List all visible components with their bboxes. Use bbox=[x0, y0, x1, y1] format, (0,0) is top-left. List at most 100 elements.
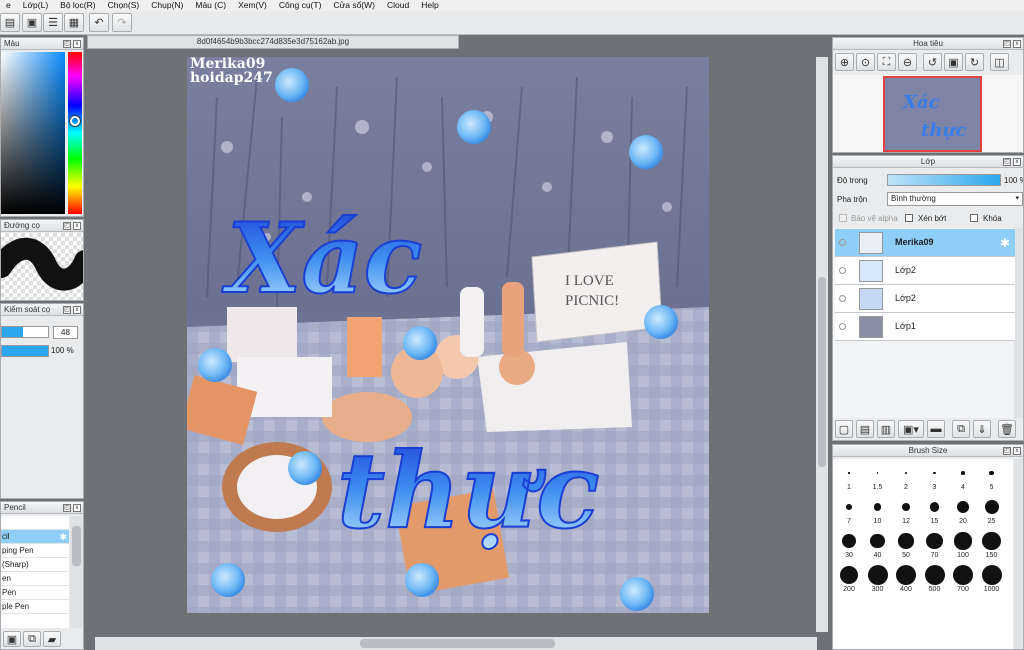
layer-opacity-slider[interactable] bbox=[887, 174, 1001, 186]
rotate-left-button[interactable]: ↺ bbox=[923, 53, 942, 71]
merge-layer-button[interactable]: ⇓ bbox=[973, 420, 991, 438]
brush-size-preset[interactable]: 15 bbox=[921, 497, 949, 525]
menu-item[interactable]: Cloud bbox=[381, 0, 415, 11]
brush-size-value[interactable]: 48 bbox=[53, 326, 78, 339]
brush-size-preset[interactable]: 4 bbox=[949, 463, 977, 491]
layer-row[interactable]: Lớp1 bbox=[835, 313, 1015, 341]
float-icon[interactable]: ◰ bbox=[63, 40, 71, 48]
close-icon[interactable]: x bbox=[73, 306, 81, 314]
close-icon[interactable]: x bbox=[73, 222, 81, 230]
copy-tool-button[interactable]: ⧉ bbox=[23, 631, 41, 647]
zoom-fit-button[interactable]: ⛶ bbox=[877, 53, 896, 71]
grid-icon-button[interactable]: ▦ bbox=[64, 13, 84, 32]
brush-size-preset[interactable]: 100 bbox=[949, 531, 977, 559]
brush-size-preset[interactable]: 3 bbox=[921, 463, 949, 491]
tool-list-item[interactable]: ping Pen bbox=[1, 544, 69, 558]
brush-size-preset[interactable]: 1.5 bbox=[864, 463, 892, 491]
close-icon[interactable]: x bbox=[1013, 447, 1021, 455]
menu-item[interactable]: Lớp(L) bbox=[17, 0, 54, 11]
artwork-canvas[interactable]: I LOVE PICNIC! Xác thực Merika09 hoidap2… bbox=[187, 57, 709, 613]
lock-checkbox[interactable] bbox=[970, 214, 978, 222]
canvas-horizontal-scrollbar[interactable] bbox=[95, 637, 817, 650]
visibility-toggle[interactable] bbox=[839, 295, 846, 302]
layer-row[interactable]: Lớp2 bbox=[835, 257, 1015, 285]
tool-list-item[interactable]: (Sharp) bbox=[1, 558, 69, 572]
color-saturation-field[interactable] bbox=[1, 52, 65, 214]
float-icon[interactable]: ◰ bbox=[1003, 447, 1011, 455]
layer-row[interactable]: Merika09 ✱ bbox=[835, 229, 1015, 257]
float-icon[interactable]: ◰ bbox=[1003, 40, 1011, 48]
navigator-thumbnail[interactable]: Xác thực bbox=[883, 76, 982, 152]
menu-item[interactable]: Bộ lọc(R) bbox=[54, 0, 101, 11]
new-tool-button[interactable]: ▣ bbox=[3, 631, 21, 647]
visibility-toggle[interactable] bbox=[839, 323, 846, 330]
brush-size-preset[interactable]: 70 bbox=[921, 531, 949, 559]
float-icon[interactable]: ◰ bbox=[63, 222, 71, 230]
horizontal-scroll-thumb[interactable] bbox=[360, 639, 555, 648]
undo-button[interactable]: ↶ bbox=[89, 13, 109, 32]
tool-list-item[interactable]: Pen bbox=[1, 586, 69, 600]
brush-size-preset[interactable]: 5 bbox=[978, 463, 1006, 491]
delete-layer-button[interactable]: 🗑 bbox=[998, 420, 1016, 438]
menu-item[interactable]: Màu (C) bbox=[189, 0, 232, 11]
new-linework-layer-button[interactable]: ▥ bbox=[877, 420, 895, 438]
zoom-in-button[interactable]: ⊕ bbox=[835, 53, 854, 71]
folder-tool-button[interactable]: ▰ bbox=[43, 631, 61, 647]
menu-item[interactable]: Cửa sổ(W) bbox=[327, 0, 381, 11]
brush-size-preset[interactable]: 1 bbox=[835, 463, 863, 491]
document-tab[interactable]: 8d0f4654b9b3bcc274d835e3d75162ab.jpg bbox=[87, 35, 459, 49]
brush-opacity-bar[interactable] bbox=[1, 345, 49, 357]
view-icon-button[interactable]: ▣ bbox=[22, 13, 42, 32]
brush-size-preset[interactable]: 10 bbox=[864, 497, 892, 525]
new-folder-button[interactable]: ▬ bbox=[927, 420, 945, 438]
new-layer-button[interactable]: ▢ bbox=[835, 420, 853, 438]
hue-handle[interactable] bbox=[70, 116, 80, 126]
zoom-search-button[interactable]: ⊙ bbox=[856, 53, 875, 71]
copy-layer-button[interactable]: ⧉ bbox=[952, 420, 970, 438]
brush-size-bar[interactable] bbox=[1, 326, 49, 338]
brush-size-preset[interactable]: 300 bbox=[864, 565, 892, 593]
gear-icon[interactable]: ✱ bbox=[59, 530, 67, 544]
brush-size-preset[interactable]: 400 bbox=[892, 565, 920, 593]
menu-item[interactable]: Công cụ(T) bbox=[273, 0, 328, 11]
close-icon[interactable]: x bbox=[73, 40, 81, 48]
float-icon[interactable]: ◰ bbox=[63, 504, 71, 512]
brush-size-preset[interactable]: 25 bbox=[978, 497, 1006, 525]
close-icon[interactable]: x bbox=[1013, 40, 1021, 48]
close-icon[interactable]: x bbox=[1013, 158, 1021, 166]
visibility-toggle[interactable] bbox=[839, 239, 846, 246]
list-icon-button[interactable]: ☰ bbox=[43, 13, 63, 32]
brush-size-preset[interactable]: 50 bbox=[892, 531, 920, 559]
menu-item[interactable]: Chụp(N) bbox=[145, 0, 189, 11]
tool-list-item[interactable]: ple Pen bbox=[1, 600, 69, 614]
brush-size-preset[interactable]: 200 bbox=[835, 565, 863, 593]
brush-size-preset[interactable]: 700 bbox=[949, 565, 977, 593]
protect-alpha-checkbox[interactable] bbox=[839, 214, 847, 222]
tool-list-item[interactable] bbox=[1, 516, 69, 530]
layer-row[interactable]: Lớp2 bbox=[835, 285, 1015, 313]
brush-size-preset[interactable]: 12 bbox=[892, 497, 920, 525]
brush-size-preset[interactable]: 40 bbox=[864, 531, 892, 559]
brush-size-scrollbar[interactable] bbox=[1014, 459, 1023, 649]
brush-size-preset[interactable]: 30 bbox=[835, 531, 863, 559]
redo-button[interactable]: ↷ bbox=[112, 13, 132, 32]
brush-size-preset[interactable]: 2 bbox=[892, 463, 920, 491]
tool-list-scrollbar[interactable] bbox=[70, 516, 83, 628]
float-icon[interactable]: ◰ bbox=[63, 306, 71, 314]
brush-size-preset[interactable]: 1000 bbox=[978, 565, 1006, 593]
canvas-vertical-scrollbar[interactable] bbox=[816, 57, 828, 632]
float-icon[interactable]: ◰ bbox=[1003, 158, 1011, 166]
reset-view-button[interactable]: ▣ bbox=[944, 53, 963, 71]
vertical-scroll-thumb[interactable] bbox=[818, 277, 826, 467]
clip-checkbox[interactable] bbox=[905, 214, 913, 222]
menu-item[interactable]: Help bbox=[415, 0, 444, 11]
brush-size-preset[interactable]: 7 bbox=[835, 497, 863, 525]
flip-button[interactable]: ◫ bbox=[990, 53, 1009, 71]
new-vector-layer-button[interactable]: ▤ bbox=[856, 420, 874, 438]
hue-slider[interactable] bbox=[68, 52, 82, 214]
brush-size-preset[interactable]: 20 bbox=[949, 497, 977, 525]
menu-item[interactable]: Xem(V) bbox=[232, 0, 273, 11]
close-icon[interactable]: x bbox=[73, 504, 81, 512]
menu-item[interactable]: e bbox=[0, 0, 17, 11]
layer-icon-button[interactable]: ▤ bbox=[0, 13, 20, 32]
